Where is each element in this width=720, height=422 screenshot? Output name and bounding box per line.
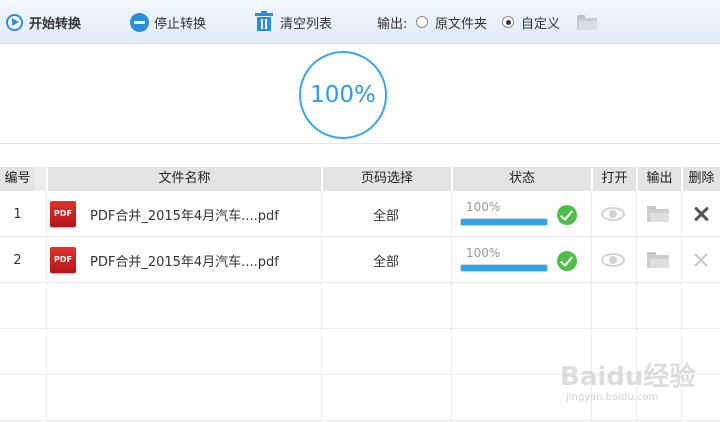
row-number: 2 — [13, 252, 22, 268]
pdf-file-icon: PDF — [50, 247, 76, 273]
clear-list-button[interactable]: 清空列表 — [255, 0, 332, 44]
row-status: 100% — [460, 237, 590, 283]
row-number: 1 — [13, 206, 22, 222]
table-header: 编号 文件名称 页码选择 状态 打开 输出 删除 — [0, 167, 720, 191]
row-progress-text: 100% — [466, 200, 501, 214]
folder-icon[interactable] — [647, 206, 669, 222]
header-pages[interactable]: 页码选择 — [321, 167, 451, 191]
output-original-radio[interactable]: 原文件夹 — [416, 0, 487, 44]
delete-icon[interactable] — [693, 206, 709, 222]
overall-progress-circle: 100% — [299, 51, 387, 139]
play-icon — [6, 13, 23, 31]
clear-list-label: 清空列表 — [280, 16, 333, 32]
table-row[interactable]: 1 PDF PDF合并_2015年4月汽车....pdf 全部 100% — [0, 191, 720, 237]
check-icon — [557, 205, 577, 225]
start-convert-label: 开始转换 — [29, 16, 82, 32]
empty-row — [0, 283, 720, 329]
overall-progress-value: 100% — [310, 82, 376, 108]
row-progress-fill — [461, 265, 547, 271]
output-label: 输出: — [377, 16, 408, 32]
trash-icon — [255, 11, 273, 32]
baidu-watermark: Baidu经验 jingyan.baidu.com — [560, 362, 696, 403]
start-convert-button[interactable]: 开始转换 — [6, 0, 81, 44]
eye-icon[interactable] — [601, 207, 625, 221]
folder-icon — [577, 14, 597, 30]
page-selection[interactable]: 全部 — [373, 205, 399, 224]
file-name: PDF合并_2015年4月汽车....pdf — [90, 208, 279, 224]
eye-icon[interactable] — [601, 253, 625, 267]
row-progress-bar — [460, 264, 548, 272]
delete-icon[interactable] — [693, 252, 709, 268]
toolbar: 开始转换 停止转换 清空列表 输出: 原文件夹 自定义 — [0, 0, 720, 44]
output-original-label: 原文件夹 — [435, 16, 488, 32]
check-icon — [557, 251, 577, 271]
output-custom-label: 自定义 — [521, 16, 561, 32]
folder-icon[interactable] — [647, 252, 669, 268]
row-progress-bar — [460, 218, 548, 226]
page-selection[interactable]: 全部 — [373, 251, 399, 270]
stop-convert-label: 停止转换 — [154, 16, 207, 32]
output-custom-radio[interactable]: 自定义 — [502, 0, 560, 44]
stop-convert-button[interactable]: 停止转换 — [130, 0, 206, 44]
radio-original[interactable] — [416, 16, 428, 28]
stop-icon — [130, 12, 149, 32]
browse-folder-button[interactable] — [577, 0, 597, 44]
header-status[interactable]: 状态 — [451, 167, 591, 191]
row-progress-fill — [461, 219, 547, 225]
overall-progress-area: 100% — [0, 44, 720, 144]
header-delete[interactable]: 删除 — [681, 167, 720, 191]
header-num[interactable]: 编号 — [0, 167, 35, 191]
radio-custom[interactable] — [502, 16, 514, 28]
row-progress-text: 100% — [466, 246, 501, 260]
file-name: PDF合并_2015年4月汽车....pdf — [90, 254, 279, 270]
pdf-file-icon: PDF — [50, 201, 76, 227]
header-name[interactable]: 文件名称 — [46, 167, 321, 191]
row-status: 100% — [460, 191, 590, 237]
header-open[interactable]: 打开 — [591, 167, 636, 191]
table-row[interactable]: 2 PDF PDF合并_2015年4月汽车....pdf 全部 100% — [0, 237, 720, 283]
header-output[interactable]: 输出 — [636, 167, 681, 191]
